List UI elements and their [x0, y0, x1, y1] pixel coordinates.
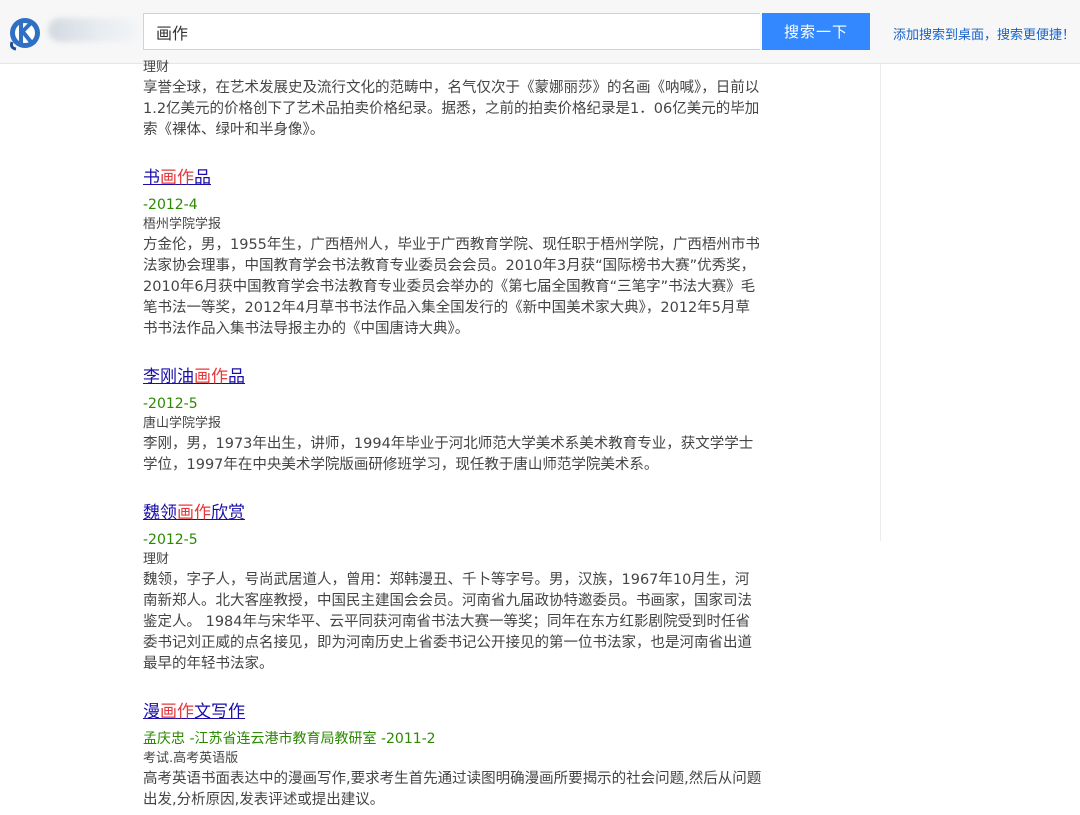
title-text: 欣赏: [211, 503, 245, 523]
result-title-link[interactable]: 漫画作文写作: [143, 701, 245, 723]
title-text: 魏领: [143, 503, 177, 523]
search-input[interactable]: [144, 14, 760, 49]
header-bar: 搜索一下 添加搜索到桌面，搜索更便捷！: [0, 0, 1080, 64]
result-description: 方金伦，男，1955年生，广西梧州人，毕业于广西教育学院、现任职于梧州学院，广西…: [143, 237, 760, 337]
result-date: -2012-4: [143, 197, 198, 213]
result-description: 李刚，男，1973年出生，讲师，1994年毕业于河北师范大学美术系美术教育专业，…: [143, 436, 754, 473]
title-text: 品: [228, 367, 245, 387]
result-source: 梧州学院学报: [143, 217, 222, 232]
result-description: 魏领，字子人，号尚武居道人，曾用：郑韩漫丑、千卜等字号。男，汉族，1967年10…: [143, 572, 752, 672]
result-description: 享誉全球，在艺术发展史及流行文化的范畴中，名气仅次于《蒙娜丽莎》的名画《呐喊》，…: [143, 80, 760, 138]
results-list: 理财 享誉全球，在艺术发展史及流行文化的范畴中，名气仅次于《蒙娜丽莎》的名画《呐…: [143, 58, 763, 811]
result-item: 书画作品 -2012-4 梧州学院学报 方金伦，男，1955年生，广西梧州人，毕…: [143, 167, 763, 340]
search-button[interactable]: 搜索一下: [762, 13, 870, 50]
title-text: 漫: [143, 702, 160, 722]
result-description: 高考英语书面表达中的漫画写作,要求考生首先通过读图明确漫画所要揭示的社会问题,然…: [143, 771, 762, 808]
result-title-link[interactable]: 李刚油画作品: [143, 366, 245, 388]
result-date: 孟庆忠 -江苏省连云港市教育局教研室 -2011-2: [143, 731, 436, 747]
title-highlight: 画作: [177, 503, 211, 523]
title-text: 文写作: [194, 702, 245, 722]
result-item: 魏领画作欣赏 -2012-5 理财 魏领，字子人，号尚武居道人，曾用：郑韩漫丑、…: [143, 502, 763, 675]
result-title-link[interactable]: 书画作品: [143, 167, 211, 189]
title-highlight: 画作: [194, 367, 228, 387]
result-date: -2012-5: [143, 396, 198, 412]
result-source: 唐山学院学报: [143, 416, 222, 431]
result-source: 理财: [143, 60, 170, 75]
search-box[interactable]: [143, 13, 760, 50]
add-to-desktop-link[interactable]: 添加搜索到桌面，搜索更便捷！: [893, 24, 1075, 43]
title-text: 书: [143, 168, 160, 188]
result-item: 理财 享誉全球，在艺术发展史及流行文化的范畴中，名气仅次于《蒙娜丽莎》的名画《呐…: [143, 58, 763, 141]
title-highlight: 画作: [160, 702, 194, 722]
result-item: 李刚油画作品 -2012-5 唐山学院学报 李刚，男，1973年出生，讲师，19…: [143, 366, 763, 476]
blurred-site-name: [48, 18, 140, 42]
right-column-divider: [880, 63, 881, 541]
result-item: 漫画作文写作 孟庆忠 -江苏省连云港市教育局教研室 -2011-2 考试.高考英…: [143, 701, 763, 811]
result-source: 理财: [143, 552, 170, 567]
result-source: 考试.高考英语版: [143, 751, 239, 766]
result-date: -2012-5: [143, 532, 198, 548]
title-text: 品: [194, 168, 211, 188]
result-title-link[interactable]: 魏领画作欣赏: [143, 502, 245, 524]
title-text: 李刚油: [143, 367, 194, 387]
search-results-page: 搜索一下 添加搜索到桌面，搜索更便捷！ 理财 享誉全球，在艺术发展史及流行文化的…: [0, 0, 1080, 815]
title-highlight: 画作: [160, 168, 194, 188]
logo-icon[interactable]: [8, 12, 44, 52]
